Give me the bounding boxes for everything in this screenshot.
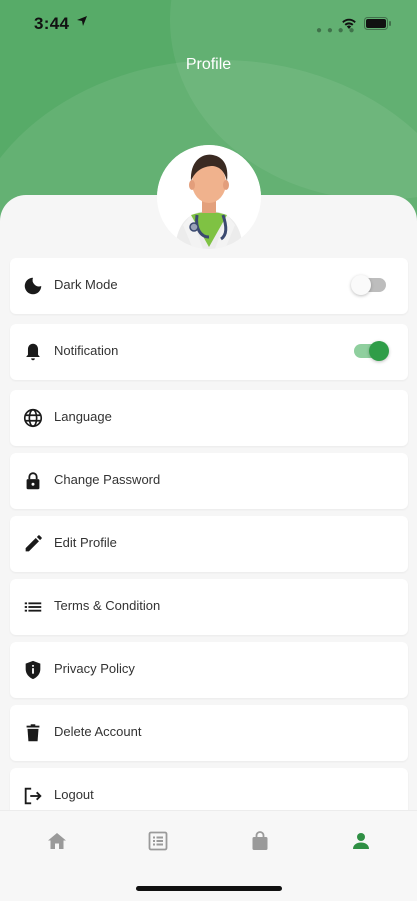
home-indicator [136,886,282,891]
bell-icon [26,343,40,361]
battery-icon [364,17,391,30]
doctor-avatar-icon [157,145,261,249]
status-bar: 3:44 ● ● ● ● [0,0,417,48]
menu-item-label: Notification [54,343,119,358]
menu-item-label: Dark Mode [54,277,118,292]
list-box-icon [148,831,168,851]
list-icon [24,602,42,612]
tab-profile[interactable] [349,829,373,853]
trash-icon [26,724,40,742]
status-time: 3:44 [34,14,70,33]
menu-item-label: Delete Account [54,724,142,739]
menu-item-change-password[interactable]: Change Password [10,453,408,509]
menu-item-label: Change Password [54,472,161,487]
wifi-icon [342,18,356,29]
notification-toggle[interactable] [354,341,389,361]
pencil-icon [25,535,42,552]
home-icon [48,833,66,849]
lock-icon [26,472,40,490]
dark-mode-toggle[interactable] [351,275,386,295]
menu-item-label: Privacy Policy [54,661,135,676]
menu-item-label: Terms & Condition [54,598,161,613]
shopping-bag-icon [252,831,268,850]
logout-icon [24,787,42,805]
menu-item-label: Edit Profile [54,535,117,550]
location-arrow-icon [77,16,87,26]
menu-item-label: Logout [54,787,94,802]
tab-home[interactable] [45,829,69,853]
globe-icon [23,408,43,428]
toggle-knob [369,341,389,361]
shield-icon [25,660,41,680]
tab-orders[interactable] [146,829,170,853]
menu-item-edit-profile[interactable]: Edit Profile [10,516,408,572]
avatar[interactable] [157,145,261,249]
menu-item-privacy-policy[interactable]: Privacy Policy [10,642,408,698]
menu-item-label: Language [54,409,112,424]
menu-item-dark-mode[interactable]: Dark Mode [10,258,408,314]
toggle-knob [351,275,371,295]
moon-icon [24,277,42,295]
tab-shop[interactable] [248,829,272,853]
person-icon [353,833,369,849]
menu-item-notification[interactable]: Notification [10,324,408,380]
menu-item-language[interactable]: Language [10,390,408,446]
menu-item-delete-account[interactable]: Delete Account [10,705,408,761]
menu-item-terms[interactable]: Terms & Condition [10,579,408,635]
page-title: Profile [185,56,232,73]
